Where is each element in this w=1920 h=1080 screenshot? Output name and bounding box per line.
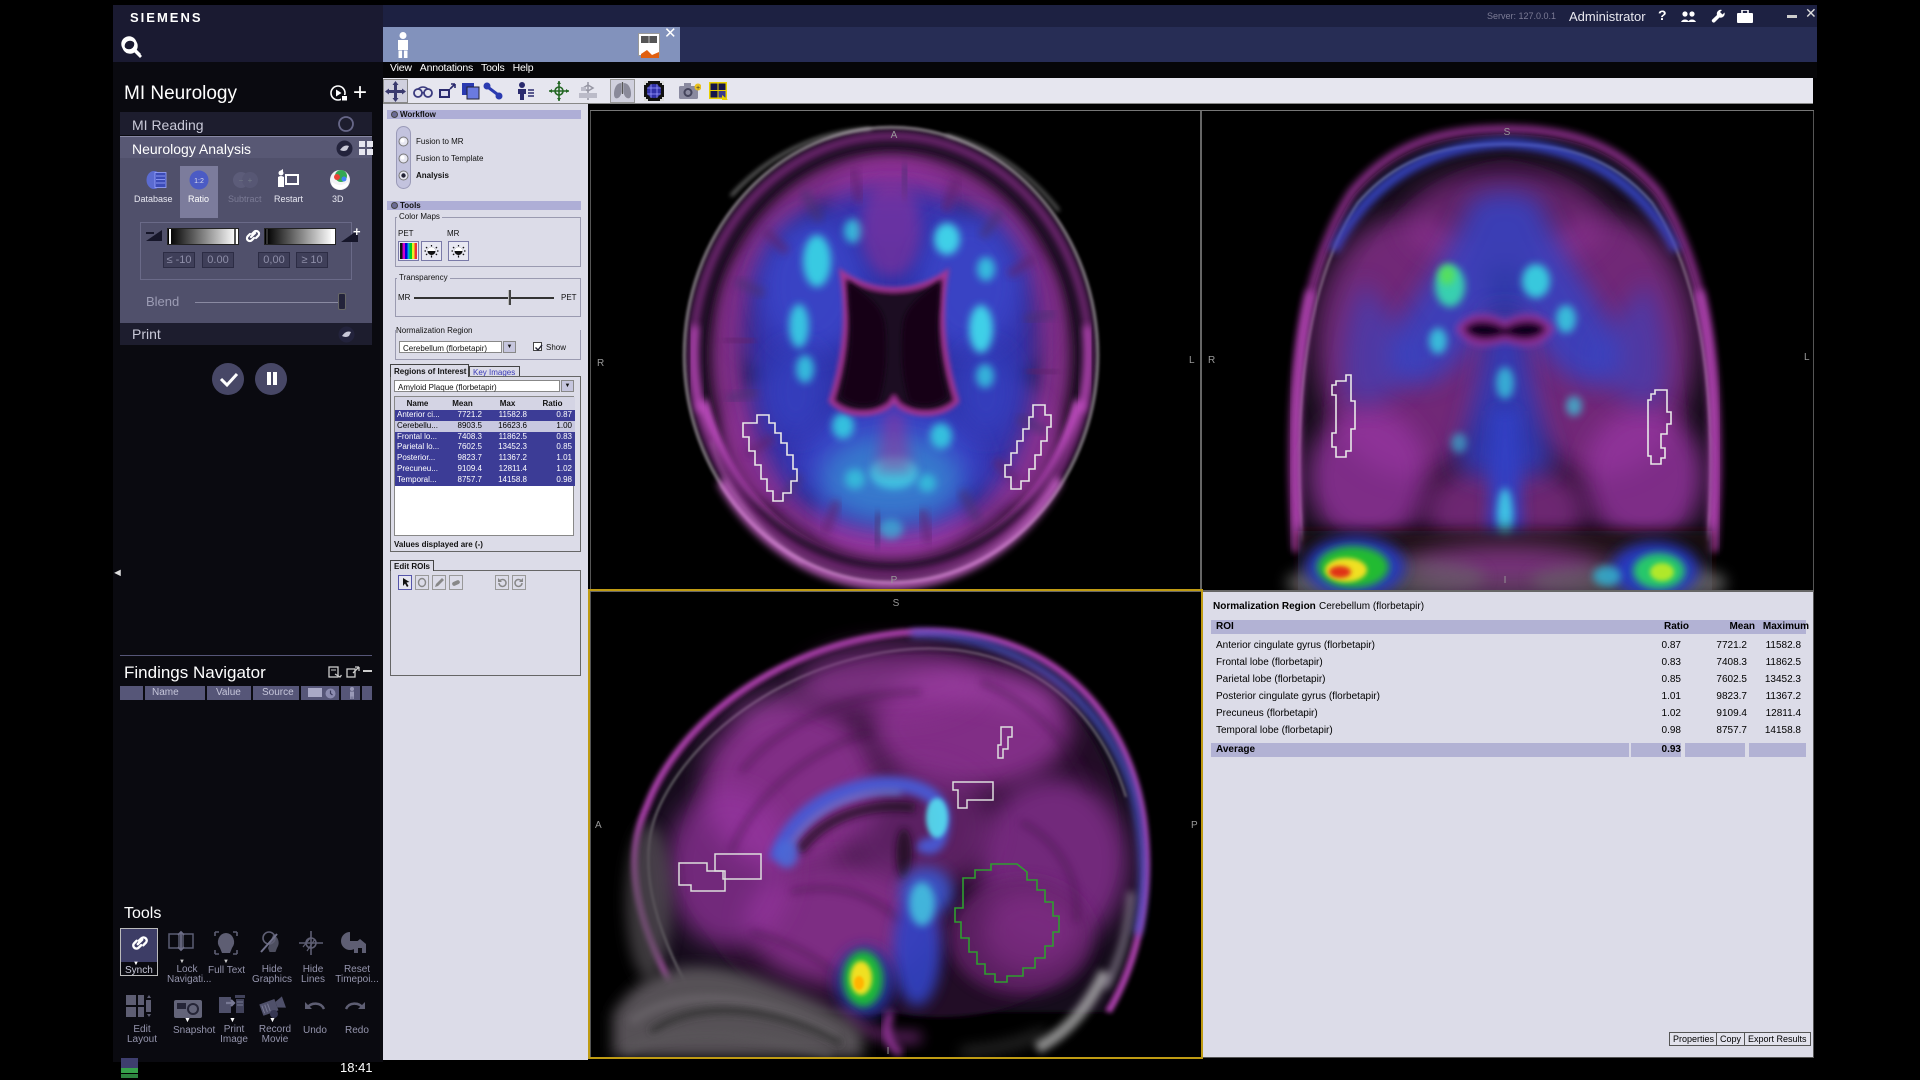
svg-text:R: R	[597, 358, 604, 369]
svg-text:L: L	[1804, 352, 1810, 363]
svg-text:S: S	[1504, 127, 1511, 138]
svg-text:A: A	[891, 130, 898, 141]
svg-text:+: +	[353, 226, 361, 239]
svg-text:+: +	[248, 176, 253, 185]
svg-text:+: +	[696, 85, 700, 92]
svg-text:−: −	[239, 176, 244, 185]
svg-text:L: L	[1189, 355, 1195, 366]
svg-text:1:2: 1:2	[194, 178, 204, 185]
svg-text:I: I	[1504, 575, 1507, 586]
svg-text:R: R	[1208, 355, 1215, 366]
svg-text:P: P	[891, 575, 898, 586]
